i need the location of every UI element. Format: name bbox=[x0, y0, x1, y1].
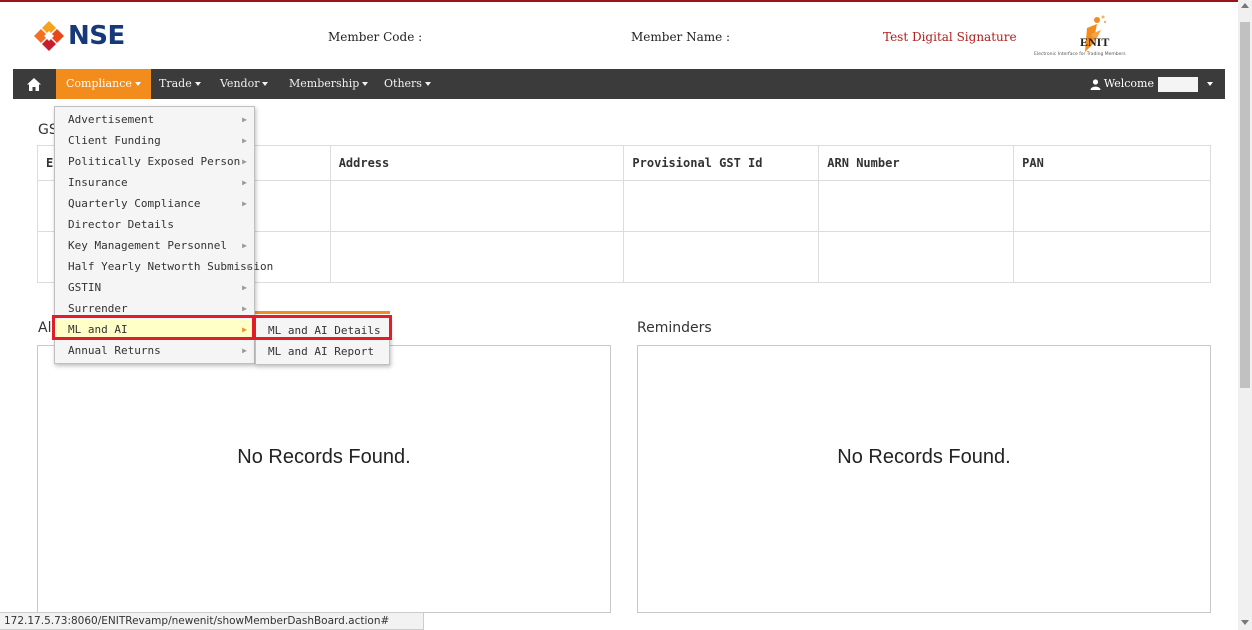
vertical-scrollbar[interactable] bbox=[1238, 0, 1252, 630]
ml-and-ai-details-highlight-box bbox=[253, 315, 392, 340]
nav-vendor-label: Vendor bbox=[220, 77, 260, 90]
table-header-partial: E bbox=[46, 156, 54, 170]
table-cell bbox=[818, 231, 1015, 283]
nav-membership-label: Membership bbox=[289, 77, 360, 90]
reminders-section-title: Reminders bbox=[637, 320, 712, 336]
scroll-down-arrow-icon[interactable] bbox=[1241, 620, 1249, 625]
chevron-down-icon bbox=[134, 82, 141, 86]
menu-item-annual-returns[interactable]: Annual Returns ▶ bbox=[55, 340, 254, 361]
home-button[interactable] bbox=[13, 69, 54, 99]
nav-others[interactable]: Others bbox=[374, 69, 441, 99]
nav-trade[interactable]: Trade bbox=[149, 69, 211, 99]
submenu-item-ml-and-ai-report[interactable]: ML and AI Report bbox=[256, 341, 389, 362]
chevron-right-icon: ▶ bbox=[242, 136, 247, 145]
panel-accent-strip bbox=[255, 311, 390, 314]
menu-item-label: Client Funding bbox=[68, 134, 161, 147]
menu-item-client-funding[interactable]: Client Funding ▶ bbox=[55, 130, 254, 151]
chevron-right-icon: ▶ bbox=[242, 199, 247, 208]
menu-item-label: Annual Returns bbox=[68, 344, 161, 357]
chevron-right-icon: ▶ bbox=[247, 262, 252, 271]
menu-item-label: GSTIN bbox=[68, 281, 102, 294]
user-icon bbox=[1090, 78, 1101, 90]
menu-item-insurance[interactable]: Insurance ▶ bbox=[55, 172, 254, 193]
nse-logo-text: NSE bbox=[68, 21, 125, 51]
home-icon bbox=[26, 77, 41, 91]
menu-item-label: Quarterly Compliance bbox=[68, 197, 201, 210]
menu-item-label: Surrender bbox=[68, 302, 128, 315]
table-cell bbox=[329, 231, 625, 283]
nav-membership[interactable]: Membership bbox=[279, 69, 378, 99]
chevron-down-icon bbox=[262, 82, 269, 86]
chevron-right-icon: ▶ bbox=[242, 283, 247, 292]
enit-logo-text: ENIT bbox=[1080, 35, 1110, 49]
nav-others-label: Others bbox=[384, 77, 422, 90]
menu-item-quarterly-compliance[interactable]: Quarterly Compliance ▶ bbox=[55, 193, 254, 214]
table-cell bbox=[1013, 180, 1211, 232]
menu-item-label: Politically Exposed Person bbox=[68, 155, 241, 168]
nav-compliance-label: Compliance bbox=[66, 77, 132, 90]
page: NSE Member Code : Member Name : Test Dig… bbox=[0, 0, 1252, 630]
nav-vendor[interactable]: Vendor bbox=[210, 69, 278, 99]
chevron-down-icon bbox=[424, 82, 431, 86]
scroll-up-arrow-icon[interactable] bbox=[1241, 3, 1249, 8]
menu-item-advertisement[interactable]: Advertisement ▶ bbox=[55, 109, 254, 130]
nav-compliance[interactable]: Compliance bbox=[56, 69, 151, 99]
chevron-right-icon: ▶ bbox=[242, 115, 247, 124]
alerts-empty-message: No Records Found. bbox=[237, 446, 411, 468]
header: NSE Member Code : Member Name : Test Dig… bbox=[0, 0, 1238, 68]
table-header: ARN Number bbox=[818, 145, 1015, 181]
alerts-panel: No Records Found. bbox=[37, 345, 611, 613]
menu-item-gstin[interactable]: GSTIN ▶ bbox=[55, 277, 254, 298]
table-cell bbox=[1013, 231, 1211, 283]
menu-item-key-management-personnel[interactable]: Key Management Personnel ▶ bbox=[55, 235, 254, 256]
nse-logo-mark-icon bbox=[34, 21, 64, 51]
enit-tagline: Electronic Interface for Trading Members bbox=[1034, 52, 1126, 57]
masked-username bbox=[1158, 76, 1198, 92]
table-cell bbox=[623, 231, 820, 283]
table-header: PAN bbox=[1013, 145, 1211, 181]
chevron-down-icon bbox=[362, 82, 369, 86]
chevron-down-icon bbox=[194, 82, 201, 86]
main-navbar: Compliance Trade Vendor Membership Other… bbox=[13, 69, 1225, 99]
nse-logo[interactable]: NSE bbox=[33, 20, 125, 52]
reminders-empty-message: No Records Found. bbox=[837, 446, 1011, 468]
nav-trade-label: Trade bbox=[159, 77, 192, 90]
table-cell bbox=[329, 180, 625, 232]
menu-item-half-yearly-networth-submission[interactable]: Half Yearly Networth Submission ▶ bbox=[55, 256, 273, 277]
chevron-right-icon: ▶ bbox=[242, 241, 247, 250]
member-name-label: Member Name : bbox=[631, 30, 731, 44]
table-header: Address bbox=[329, 145, 625, 181]
menu-item-label: Advertisement bbox=[68, 113, 155, 126]
welcome-label: Welcome bbox=[1103, 77, 1154, 90]
table-cell bbox=[623, 180, 820, 232]
menu-item-director-details[interactable]: Director Details bbox=[55, 214, 254, 235]
table-cell bbox=[818, 180, 1015, 232]
alerts-section-title: Al bbox=[38, 320, 52, 336]
menu-item-label: Insurance bbox=[68, 176, 128, 189]
test-digital-signature-link[interactable]: Test Digital Signature bbox=[883, 30, 1017, 44]
table-header: Provisional GST Id bbox=[623, 145, 820, 181]
chevron-right-icon: ▶ bbox=[242, 346, 247, 355]
scrollbar-thumb[interactable] bbox=[1240, 22, 1250, 388]
ml-and-ai-highlight-box bbox=[52, 315, 255, 340]
chevron-right-icon: ▶ bbox=[242, 157, 247, 166]
menu-item-label: Half Yearly Networth Submission bbox=[68, 260, 274, 273]
chevron-right-icon: ▶ bbox=[242, 178, 247, 187]
chevron-down-icon bbox=[1207, 82, 1213, 86]
member-code-label: Member Code : bbox=[328, 30, 423, 44]
menu-item-label: Director Details bbox=[68, 218, 174, 231]
menu-item-label: Key Management Personnel bbox=[68, 239, 227, 252]
welcome-user-menu[interactable]: Welcome bbox=[1090, 69, 1213, 99]
reminders-panel: No Records Found. bbox=[637, 345, 1211, 613]
menu-item-politically-exposed-person[interactable]: Politically Exposed Person ▶ bbox=[55, 151, 254, 172]
browser-status-bar-url: 172.17.5.73:8060/ENITRevamp/newenit/show… bbox=[0, 612, 424, 630]
